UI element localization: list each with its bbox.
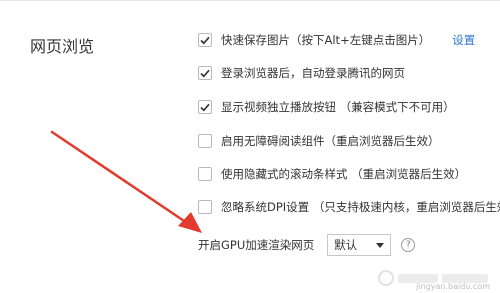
option-label: 使用隐藏式的滚动条样式 （重启浏览器后生效） (221, 167, 467, 181)
option-label: 忽略系统DPI设置 （只支持极速内核，重启浏览器后生效） (221, 200, 500, 214)
watermark-text: jingyan.baidu.com (416, 282, 490, 291)
option-auto-login[interactable]: 登录浏览器后，自动登录腾讯的网页 (198, 64, 405, 82)
option-accessibility[interactable]: 启用无障碍阅读组件（重启浏览器后生效） (198, 132, 440, 150)
option-label: 快速保存图片（按下Alt+左键点击图片） (221, 33, 431, 47)
section-title: 网页浏览 (30, 37, 95, 56)
option-label: 登录浏览器后，自动登录腾讯的网页 (221, 66, 405, 80)
checkbox-checked-icon[interactable] (198, 33, 212, 47)
option-video-button[interactable]: 显示视频独立播放按钮 （兼容模式下不可用） (198, 98, 455, 116)
checkbox-checked-icon[interactable] (198, 100, 212, 114)
help-icon[interactable]: ? (401, 238, 416, 252)
option-ignore-dpi[interactable]: 忽略系统DPI设置 （只支持极速内核，重启浏览器后生效） (198, 198, 500, 216)
option-label: 显示视频独立播放按钮 （兼容模式下不可用） (221, 100, 455, 114)
gpu-acceleration-label: 开启GPU加速渲染网页 (198, 238, 315, 252)
checkbox-unchecked-icon[interactable] (198, 134, 212, 148)
option-label: 启用无障碍阅读组件（重启浏览器后生效） (221, 134, 440, 148)
gpu-mode-select[interactable]: 默认 (327, 234, 392, 256)
top-divider (0, 0, 500, 1)
option-hidden-scrollbar[interactable]: 使用隐藏式的滚动条样式 （重启浏览器后生效） (198, 165, 466, 183)
option-quick-save-image[interactable]: 快速保存图片（按下Alt+左键点击图片） 设置 (198, 31, 475, 49)
checkbox-unchecked-icon[interactable] (198, 167, 212, 181)
gpu-mode-value: 默认 (334, 238, 358, 252)
checkbox-unchecked-icon[interactable] (198, 200, 212, 214)
settings-link[interactable]: 设置 (452, 32, 475, 48)
gpu-acceleration-row: 开启GPU加速渲染网页 默认 ? (198, 233, 416, 257)
chevron-down-icon[interactable] (376, 242, 385, 248)
checkbox-checked-icon[interactable] (198, 66, 212, 80)
